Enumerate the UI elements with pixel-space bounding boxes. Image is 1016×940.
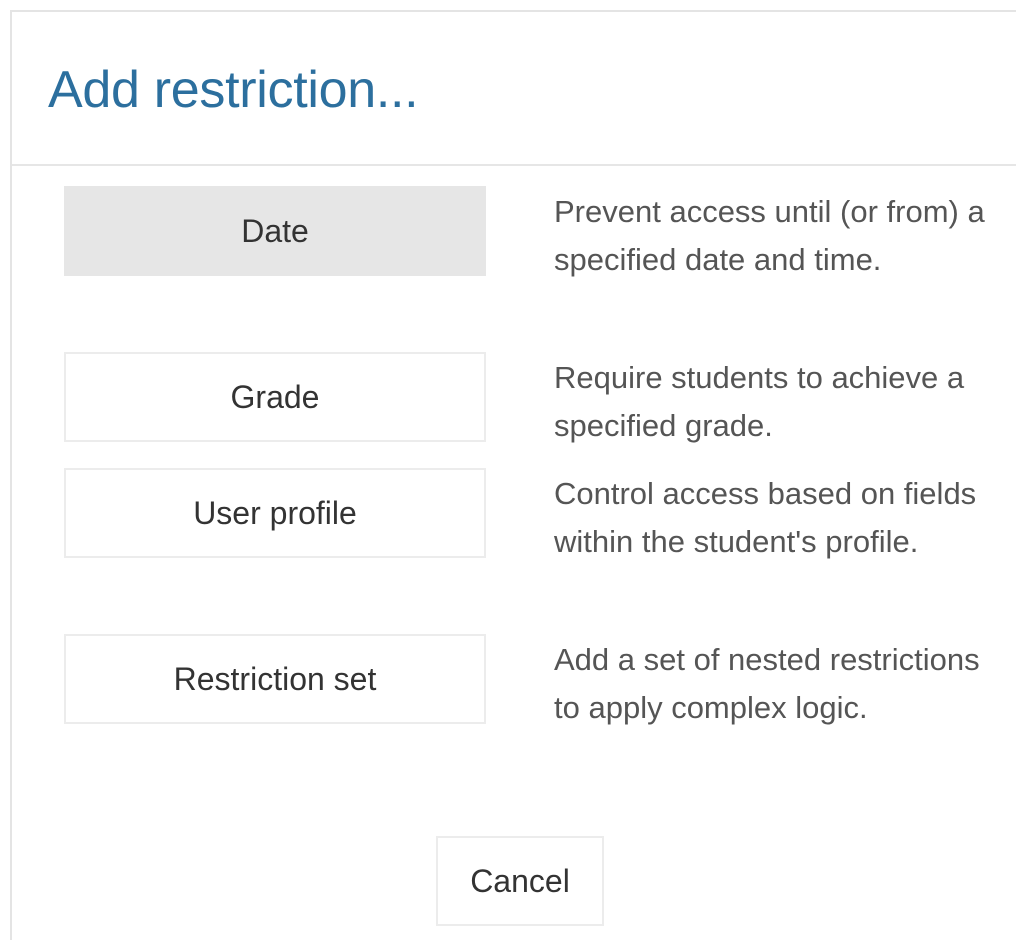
cancel-button[interactable]: Cancel <box>436 836 604 926</box>
add-restriction-dialog: Add restriction... Date Prevent access u… <box>10 10 1016 940</box>
grade-restriction-description: Require students to achieve a specified … <box>554 360 965 443</box>
user-profile-restriction-description: Control access based on fields within th… <box>554 476 977 559</box>
dialog-header: Add restriction... <box>12 12 1016 166</box>
restriction-set-button[interactable]: Restriction set <box>64 634 486 724</box>
user-profile-restriction-button[interactable]: User profile <box>64 468 486 558</box>
grade-restriction-button[interactable]: Grade <box>64 352 486 442</box>
date-restriction-description: Prevent access until (or from) a specifi… <box>554 194 985 277</box>
date-restriction-button[interactable]: Date <box>64 186 486 276</box>
dialog-title: Add restriction... <box>48 61 419 119</box>
restriction-set-description: Add a set of nested restrictions to appl… <box>554 642 980 725</box>
